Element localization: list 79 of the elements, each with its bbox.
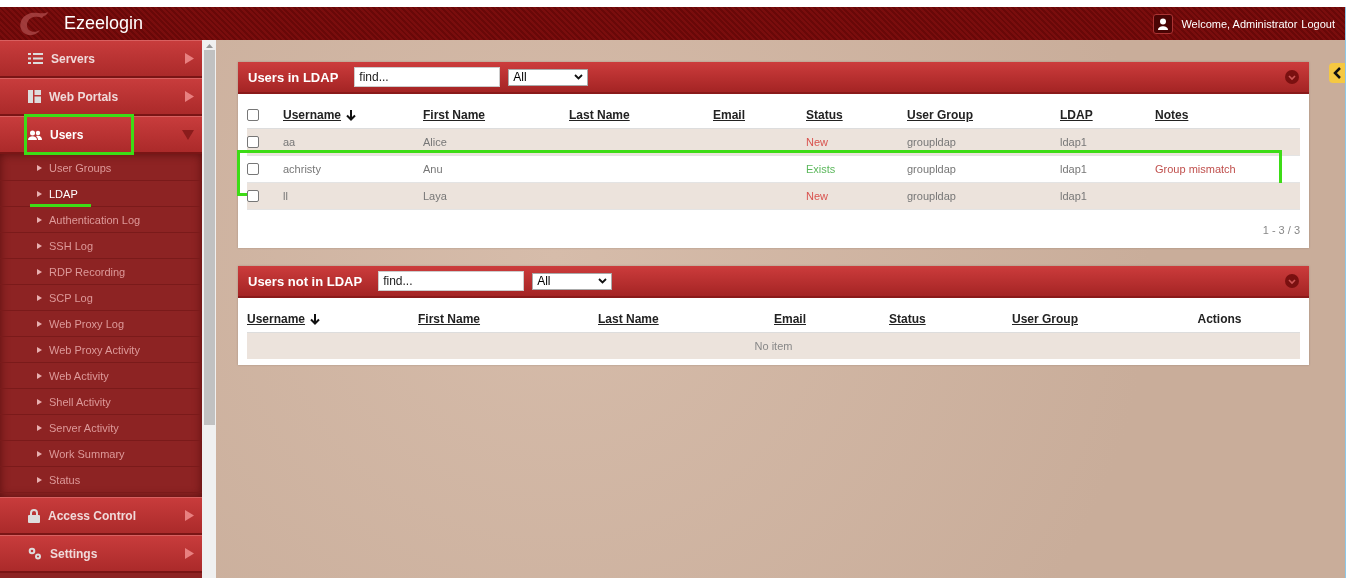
pagination-text: 1 - 3 / 3	[1262, 224, 1300, 236]
sort-header-link[interactable]: User Group	[1012, 312, 1078, 326]
bullet-icon	[37, 242, 42, 249]
search-field[interactable]: find...	[378, 271, 525, 291]
bullet-icon	[37, 424, 42, 431]
sort-header-link[interactable]: Email	[774, 312, 806, 326]
scrollbar[interactable]	[202, 40, 216, 578]
bullet-icon	[37, 190, 42, 197]
panel-title: Users not in LDAP	[248, 273, 363, 289]
list-icon	[28, 53, 43, 64]
bullet-icon	[37, 164, 42, 171]
search-field[interactable]: find...	[354, 67, 501, 87]
sort-header-link[interactable]: Last Name	[598, 312, 659, 326]
gears-icon	[28, 547, 42, 560]
logout-link[interactable]: Logout	[1301, 17, 1335, 30]
sidebar-item[interactable]: Users	[0, 116, 202, 154]
sidebar-item[interactable]: Servers	[0, 40, 202, 78]
sidebar-item[interactable]: Access Control	[0, 497, 202, 535]
bullet-icon	[37, 476, 42, 483]
bullet-icon	[37, 372, 42, 379]
sort-header-link[interactable]: First Name	[423, 108, 486, 122]
table-cell: aa	[283, 136, 296, 148]
user-icon[interactable]	[1153, 13, 1174, 34]
bullet-icon	[37, 346, 42, 353]
status-text: Exists	[806, 163, 836, 175]
status-text: New	[806, 190, 828, 202]
table-cell: groupldap	[907, 136, 956, 148]
lock-icon	[28, 508, 40, 523]
chevron-left-icon	[1333, 67, 1341, 79]
sort-header-link[interactable]: LDAP	[1060, 108, 1093, 122]
collapse-button[interactable]	[1285, 70, 1299, 84]
table-cell: ldap1	[1060, 136, 1087, 148]
empty-message: No item	[754, 340, 793, 352]
table-cell: groupldap	[907, 163, 956, 175]
checkbox[interactable]	[247, 109, 259, 121]
collapse-tab[interactable]	[1329, 63, 1345, 83]
sidebar-item[interactable]: Web Portals	[0, 78, 202, 116]
sort-header-link[interactable]: Username	[247, 312, 306, 326]
app-title: Ezeelogin	[64, 13, 145, 34]
sort-header-link[interactable]: User Group	[907, 108, 973, 122]
checkbox[interactable]	[247, 190, 259, 202]
filter-dropdown[interactable]: All	[532, 272, 613, 290]
collapse-button[interactable]	[1285, 274, 1299, 288]
sort-header-link[interactable]: Status	[889, 312, 926, 326]
bullet-icon	[37, 216, 42, 223]
table-cell: Alice	[423, 136, 447, 148]
note-text: Group mismatch	[1155, 163, 1236, 175]
filter-dropdown[interactable]: All	[508, 68, 589, 86]
panel-title: Users in LDAP	[248, 69, 339, 85]
bullet-icon	[37, 320, 42, 327]
sidebar-item[interactable]: Settings	[0, 535, 202, 573]
table-cell: Anu	[423, 163, 443, 175]
table-cell: ll	[283, 190, 288, 202]
sort-header-link[interactable]: Email	[713, 108, 745, 122]
bullet-icon	[37, 450, 42, 457]
table-cell: ldap1	[1060, 163, 1087, 175]
sort-header-link[interactable]: Notes	[1155, 108, 1189, 122]
scroll-up-icon[interactable]	[205, 44, 213, 48]
sort-header-link[interactable]: Username	[283, 108, 342, 122]
column-header: Actions	[1197, 312, 1242, 326]
status-text: New	[806, 136, 828, 148]
users-icon	[28, 129, 42, 140]
bullet-icon	[37, 398, 42, 405]
table-cell: groupldap	[907, 190, 956, 202]
submenu-item[interactable]: LDAP	[0, 181, 202, 207]
table-cell: ldap1	[1060, 190, 1087, 202]
table-cell: Laya	[423, 190, 447, 202]
chevron-down-icon	[574, 74, 584, 80]
bullet-icon	[37, 294, 42, 301]
chevron-down-icon	[598, 278, 608, 284]
checkbox[interactable]	[247, 136, 259, 148]
welcome-text: Welcome, Administrator	[1181, 17, 1298, 30]
bullet-icon	[37, 268, 42, 275]
sort-header-link[interactable]: First Name	[418, 312, 481, 326]
sort-header-link[interactable]: Status	[806, 108, 843, 122]
table-cell: achristy	[283, 163, 321, 175]
checkbox[interactable]	[247, 163, 259, 175]
layout-icon	[28, 90, 41, 103]
sort-header-link[interactable]: Last Name	[569, 108, 630, 122]
